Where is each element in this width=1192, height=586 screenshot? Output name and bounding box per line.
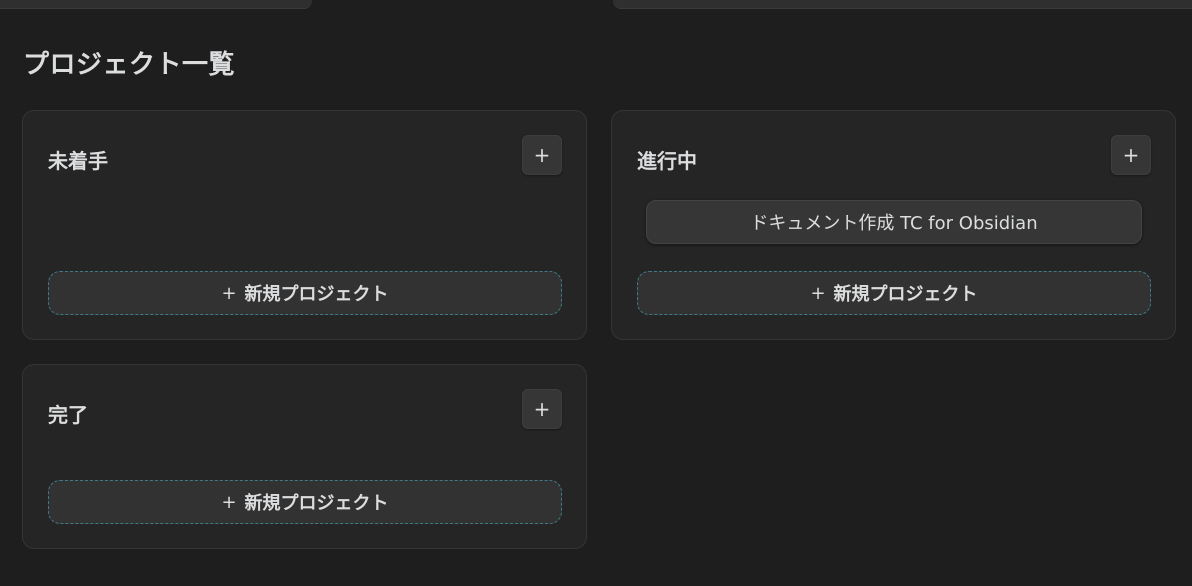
top-tab-right[interactable] xyxy=(613,0,1192,9)
add-card-button[interactable]: + xyxy=(1111,135,1151,175)
column-header: 未着手 + xyxy=(48,135,562,177)
new-project-button[interactable]: + 新規プロジェクト xyxy=(637,271,1151,315)
plus-icon: + xyxy=(810,282,826,304)
column-done: 完了 + + 新規プロジェクト xyxy=(22,364,587,549)
card-list: ドキュメント作成 TC for Obsidian xyxy=(637,177,1151,271)
new-project-label: 新規プロジェクト xyxy=(244,493,389,514)
column-in-progress: 進行中 + ドキュメント作成 TC for Obsidian + 新規プロジェク… xyxy=(611,110,1176,340)
new-project-button[interactable]: + 新規プロジェクト xyxy=(48,271,562,315)
column-title: 未着手 xyxy=(48,149,108,173)
column-header: 完了 + xyxy=(48,389,562,431)
new-project-label: 新規プロジェクト xyxy=(244,284,389,305)
new-project-button[interactable]: + 新規プロジェクト xyxy=(48,480,562,524)
new-project-label: 新規プロジェクト xyxy=(833,284,978,305)
project-card-title: ドキュメント作成 TC for Obsidian xyxy=(750,213,1038,234)
column-title: 進行中 xyxy=(637,149,697,173)
plus-icon: + xyxy=(533,397,551,421)
kanban-board: 未着手 + + 新規プロジェクト 進行中 + ドキュメント作成 TC for O… xyxy=(22,110,1176,549)
top-tab-left[interactable] xyxy=(0,0,312,9)
add-card-button[interactable]: + xyxy=(522,135,562,175)
card-list xyxy=(48,431,562,480)
add-card-button[interactable]: + xyxy=(522,389,562,429)
plus-icon: + xyxy=(1122,143,1140,167)
page-title: プロジェクト一覧 xyxy=(23,50,236,80)
plus-icon: + xyxy=(221,282,237,304)
plus-icon: + xyxy=(221,491,237,513)
plus-icon: + xyxy=(533,143,551,167)
column-title: 完了 xyxy=(48,403,88,427)
column-header: 進行中 + xyxy=(637,135,1151,177)
column-not-started: 未着手 + + 新規プロジェクト xyxy=(22,110,587,340)
card-list xyxy=(48,177,562,271)
project-card[interactable]: ドキュメント作成 TC for Obsidian xyxy=(646,200,1142,244)
